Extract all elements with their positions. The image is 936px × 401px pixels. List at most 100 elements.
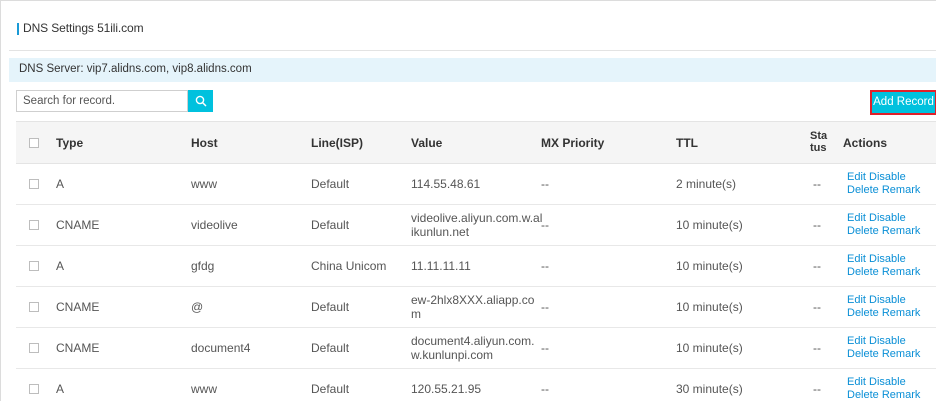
record-value-line2: w.kunlunpi.com [411,348,494,362]
record-value: 120.55.21.95 [411,382,482,396]
disable-link[interactable]: Disable [869,376,906,388]
dns-settings-panel: DNS Settings 51ili.com DNS Server: vip7.… [0,0,936,401]
record-actions: Edit Disable Delete Remark [847,171,920,197]
record-value: ew-2hlx8XXX.aliapp.co m [411,293,534,321]
record-value: document4.aliyun.com. w.kunlunpi.com [411,334,534,362]
search-input[interactable] [16,90,188,112]
search-icon [195,95,206,107]
title-accent-bar [17,23,19,35]
column-header-host: Host [191,136,218,150]
remark-link[interactable]: Remark [882,389,921,401]
disable-link[interactable]: Disable [869,294,906,306]
edit-link[interactable]: Edit [847,171,866,183]
record-host: gfdg [191,259,215,273]
record-line: Default [311,341,350,355]
record-actions: Edit Disable Delete Remark [847,335,920,361]
table-row: A gfdg China Unicom 11.11.11.11 -- 10 mi… [16,246,936,287]
record-actions: Edit Disable Delete Remark [847,376,920,401]
dns-server-banner: DNS Server: vip7.alidns.com, vip8.alidns… [9,58,936,82]
edit-link[interactable]: Edit [847,253,866,265]
table-row: CNAME @ Default ew-2hlx8XXX.aliapp.co m … [16,287,936,328]
add-record-button[interactable]: Add Record [870,90,936,115]
edit-link[interactable]: Edit [847,212,866,224]
record-status: -- [813,177,821,191]
row-checkbox[interactable] [29,220,39,230]
delete-link[interactable]: Delete [847,389,879,401]
record-value-line1: document4.aliyun.com. [411,334,535,348]
record-ttl: 10 minute(s) [676,300,743,314]
edit-link[interactable]: Edit [847,335,866,347]
record-status: -- [813,259,821,273]
record-host: @ [191,300,204,314]
remark-link[interactable]: Remark [882,184,921,196]
delete-link[interactable]: Delete [847,184,879,196]
record-line: China Unicom [311,259,387,273]
record-type: A [56,382,65,396]
record-status: -- [813,300,821,314]
column-header-line: Line(ISP) [311,136,364,150]
column-header-ttl: TTL [676,136,698,150]
delete-link[interactable]: Delete [847,266,879,278]
record-actions: Edit Disable Delete Remark [847,294,920,320]
record-mx-priority: -- [541,218,549,232]
row-checkbox[interactable] [29,179,39,189]
delete-link[interactable]: Delete [847,225,879,237]
record-mx-priority: -- [541,341,549,355]
row-checkbox[interactable] [29,343,39,353]
edit-link[interactable]: Edit [847,294,866,306]
table-row: CNAME document4 Default document4.aliyun… [16,328,936,369]
delete-link[interactable]: Delete [847,348,879,360]
select-all-checkbox[interactable] [29,138,39,148]
column-header-type: Type [56,136,84,150]
record-mx-priority: -- [541,177,549,191]
disable-link[interactable]: Disable [869,253,906,265]
disable-link[interactable]: Disable [869,171,906,183]
record-status: -- [813,382,821,396]
column-header-mx-priority: MX Priority [541,136,605,150]
remark-link[interactable]: Remark [882,348,921,360]
record-host: videolive [191,218,238,232]
row-checkbox[interactable] [29,261,39,271]
record-host: www [191,177,217,191]
record-ttl: 10 minute(s) [676,259,743,273]
record-mx-priority: -- [541,259,549,273]
table-row: A www Default 114.55.48.61 -- 2 minute(s… [16,164,936,205]
delete-link[interactable]: Delete [847,307,879,319]
record-type: CNAME [56,300,100,314]
record-value-line1: videolive.aliyun.com.w.al [411,211,543,225]
disable-link[interactable]: Disable [869,335,906,347]
edit-link[interactable]: Edit [847,376,866,388]
column-header-actions: Actions [843,136,888,150]
row-checkbox[interactable] [29,302,39,312]
record-host: document4 [191,341,251,355]
remark-link[interactable]: Remark [882,225,921,237]
record-actions: Edit Disable Delete Remark [847,253,920,279]
record-line: Default [311,382,350,396]
record-type: A [56,259,65,273]
record-host: www [191,382,217,396]
table-row: A www Default 120.55.21.95 -- 30 minute(… [16,369,936,401]
column-header-value: Value [411,136,443,150]
record-type: A [56,177,65,191]
record-status: -- [813,218,821,232]
record-ttl: 10 minute(s) [676,341,743,355]
dns-server-text: DNS Server: vip7.alidns.com, vip8.alidns… [19,63,252,75]
record-type: CNAME [56,341,100,355]
remark-link[interactable]: Remark [882,307,921,319]
column-header-status-line1: Sta [810,130,828,142]
record-ttl: 2 minute(s) [676,177,737,191]
remark-link[interactable]: Remark [882,266,921,278]
record-line: Default [311,218,350,232]
record-type: CNAME [56,218,100,232]
record-mx-priority: -- [541,300,549,314]
disable-link[interactable]: Disable [869,212,906,224]
page-title: DNS Settings 51ili.com [23,21,144,35]
title-bar: DNS Settings 51ili.com [9,1,936,51]
table-row: CNAME videolive Default videolive.aliyun… [16,205,936,246]
record-status: -- [813,341,821,355]
record-value-line1: ew-2hlx8XXX.aliapp.co [411,293,535,307]
search-button[interactable] [188,90,213,112]
record-value: 11.11.11.11 [411,259,471,273]
row-checkbox[interactable] [29,384,39,394]
table-header: Type Host Line(ISP) Value MX Priority TT… [16,121,936,164]
